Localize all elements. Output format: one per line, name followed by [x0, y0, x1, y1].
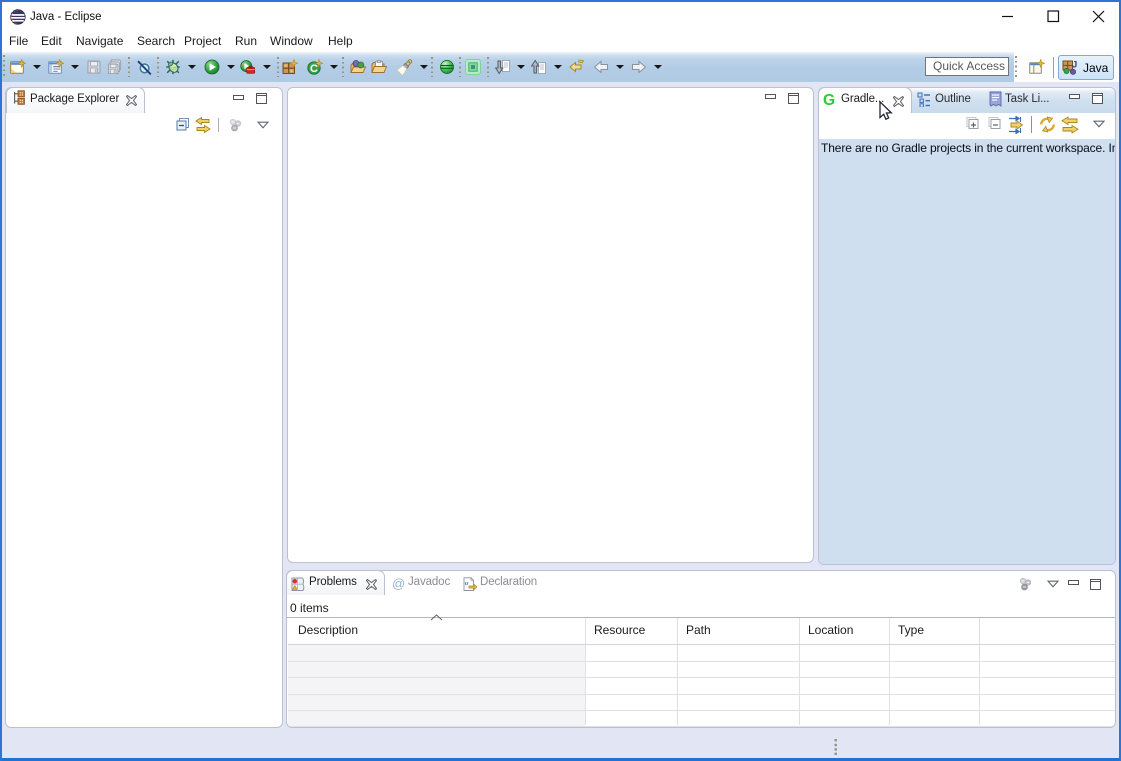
- svg-text:G: G: [823, 92, 835, 108]
- svg-text:C: C: [310, 63, 318, 75]
- svg-text:J: J: [1072, 60, 1077, 71]
